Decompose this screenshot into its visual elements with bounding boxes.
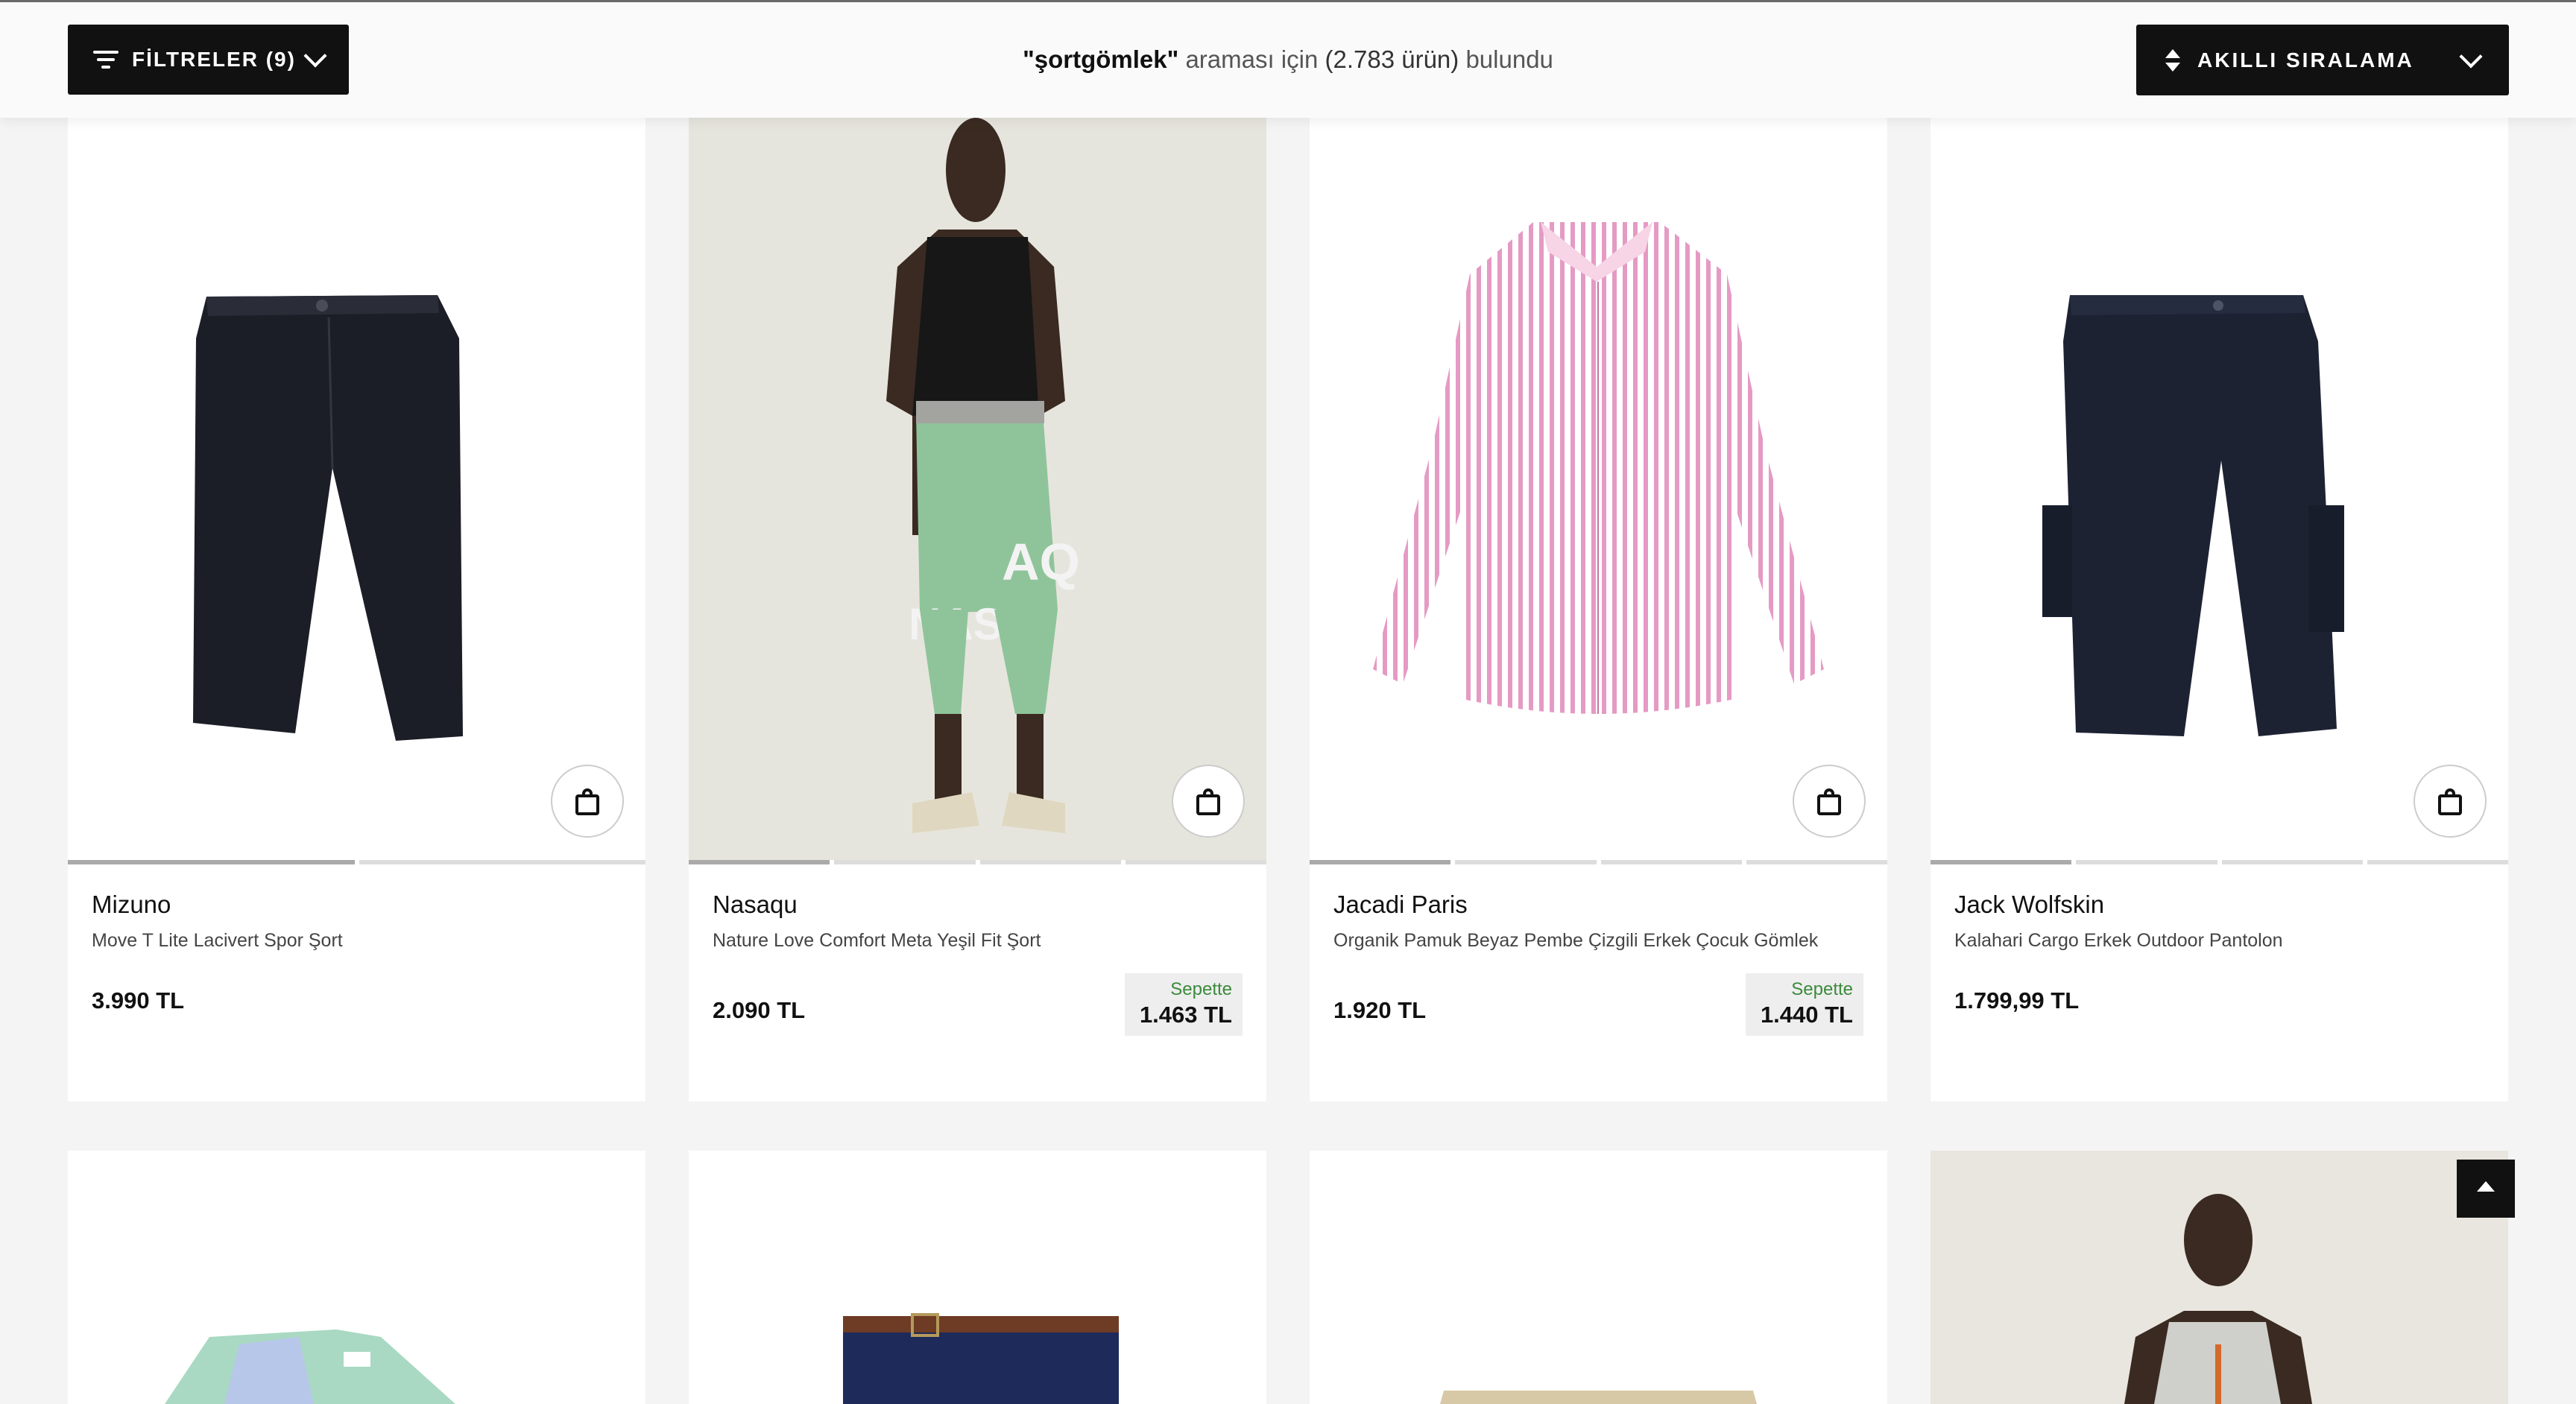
product-card[interactable] (1310, 1151, 1887, 1404)
sort-label: AKILLI SIRALAMA (2197, 48, 2414, 72)
product-name[interactable]: Kalahari Cargo Erkek Outdoor Pantolon (1954, 930, 2283, 952)
product-image[interactable] (1310, 1151, 1887, 1404)
product-brand[interactable]: Jacadi Paris (1333, 891, 1468, 919)
results-header: FİLTRELER (9) "şortgömlek" araması için … (0, 2, 2576, 118)
product-name[interactable]: Move T Lite Lacivert Spor Şort (92, 930, 343, 952)
product-image[interactable] (68, 118, 645, 860)
result-pre: araması için (1185, 45, 1319, 73)
result-post: bulundu (1465, 45, 1553, 73)
cart-price: 1.463 TL (1139, 1002, 1232, 1028)
sort-button[interactable]: AKILLI SIRALAMA (2136, 25, 2509, 95)
shopping-bag-icon (2438, 788, 2462, 815)
cart-label: Sepette (1791, 979, 1853, 999)
shopping-bag-icon (1817, 788, 1841, 815)
product-card[interactable] (689, 1151, 1266, 1404)
cart-price: 1.440 TL (1760, 1002, 1853, 1028)
product-image[interactable] (68, 1151, 645, 1404)
product-price: 1.920 TL (1333, 997, 1427, 1023)
product-name[interactable]: Nature Love Comfort Meta Yeşil Fit Şort (713, 930, 1041, 952)
product-card[interactable] (1931, 1151, 2508, 1404)
product-card[interactable]: Jack Wolfskin Kalahari Cargo Erkek Outdo… (1931, 118, 2508, 1101)
product-brand[interactable]: Mizuno (92, 891, 171, 919)
product-price: 2.090 TL (713, 997, 806, 1023)
product-name[interactable]: Organik Pamuk Beyaz Pembe Çizgili Erkek … (1333, 930, 1818, 952)
image-pagination (68, 860, 645, 864)
cart-discount-badge: Sepette 1.440 TL (1746, 973, 1863, 1036)
sort-icon (2165, 48, 2181, 72)
add-to-cart-button[interactable] (551, 765, 624, 838)
result-count: (2.783 ürün) (1325, 45, 1459, 73)
cart-discount-badge: Sepette 1.463 TL (1125, 973, 1243, 1036)
product-image[interactable] (1931, 1151, 2508, 1404)
product-image[interactable]: AQ NAS (689, 118, 1266, 860)
scroll-to-top-button[interactable] (2457, 1160, 2515, 1218)
product-image[interactable] (689, 1151, 1266, 1404)
product-image[interactable] (1310, 118, 1887, 860)
svg-text:AQ: AQ (1002, 533, 1080, 591)
cart-label: Sepette (1170, 979, 1232, 999)
product-card[interactable] (68, 1151, 645, 1404)
product-price: 1.799,99 TL (1954, 987, 2080, 1014)
product-card[interactable]: Mizuno Move T Lite Lacivert Spor Şort 3.… (68, 118, 645, 1101)
image-pagination (1931, 860, 2508, 864)
shopping-bag-icon (1196, 788, 1220, 815)
shopping-bag-icon (575, 788, 599, 815)
product-image[interactable] (1931, 118, 2508, 860)
product-card[interactable]: Jacadi Paris Organik Pamuk Beyaz Pembe Ç… (1310, 118, 1887, 1101)
image-pagination (1310, 860, 1887, 864)
image-pagination (689, 860, 1266, 864)
chevron-down-icon (2459, 44, 2483, 69)
add-to-cart-button[interactable] (1172, 765, 1245, 838)
product-price: 3.990 TL (92, 987, 185, 1014)
product-card[interactable]: AQ NAS Nasaqu Nature Love Comfort Meta Y… (689, 118, 1266, 1101)
product-brand[interactable]: Jack Wolfskin (1954, 891, 2104, 919)
add-to-cart-button[interactable] (1793, 765, 1866, 838)
product-brand[interactable]: Nasaqu (713, 891, 798, 919)
add-to-cart-button[interactable] (2414, 765, 2487, 838)
search-query: "şortgömlek" (1023, 45, 1179, 73)
